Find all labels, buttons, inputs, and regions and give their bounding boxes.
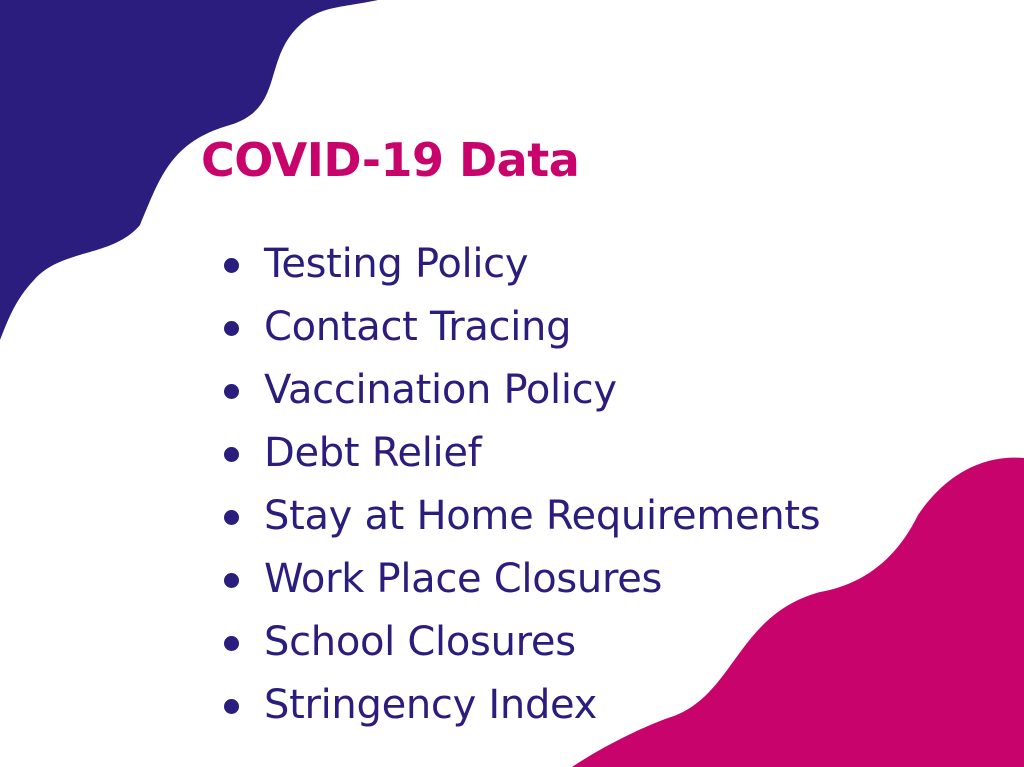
bullet-icon (224, 573, 239, 588)
list-item: School Closures (222, 611, 820, 674)
bullet-icon (224, 258, 239, 273)
list-item-label: Debt Relief (264, 430, 482, 476)
list-item-label: School Closures (264, 619, 576, 665)
list-item-label: Work Place Closures (264, 556, 663, 602)
list-item: Testing Policy (222, 233, 820, 296)
bullet-icon (224, 447, 239, 462)
list-item: Stringency Index (222, 674, 820, 737)
list-item-label: Vaccination Policy (264, 367, 617, 413)
bullet-icon (224, 699, 239, 714)
list-item-label: Contact Tracing (264, 304, 572, 350)
list-item-label: Stringency Index (264, 682, 598, 728)
list-item: Vaccination Policy (222, 359, 820, 422)
list-item: Contact Tracing (222, 296, 820, 359)
topic-list: Testing Policy Contact Tracing Vaccination… (222, 233, 821, 737)
bullet-icon (224, 321, 239, 336)
slide-title: COVID-19 Data (201, 133, 580, 187)
bullet-icon (224, 636, 239, 651)
list-item: Stay at Home Requirements (222, 485, 821, 548)
list-item-label: Stay at Home Requirements (264, 493, 821, 539)
bullet-icon (224, 384, 239, 399)
list-item: Work Place Closures (222, 548, 820, 611)
list-item: Debt Relief (222, 422, 820, 485)
list-item-label: Testing Policy (264, 241, 529, 287)
bullet-icon (224, 510, 239, 525)
